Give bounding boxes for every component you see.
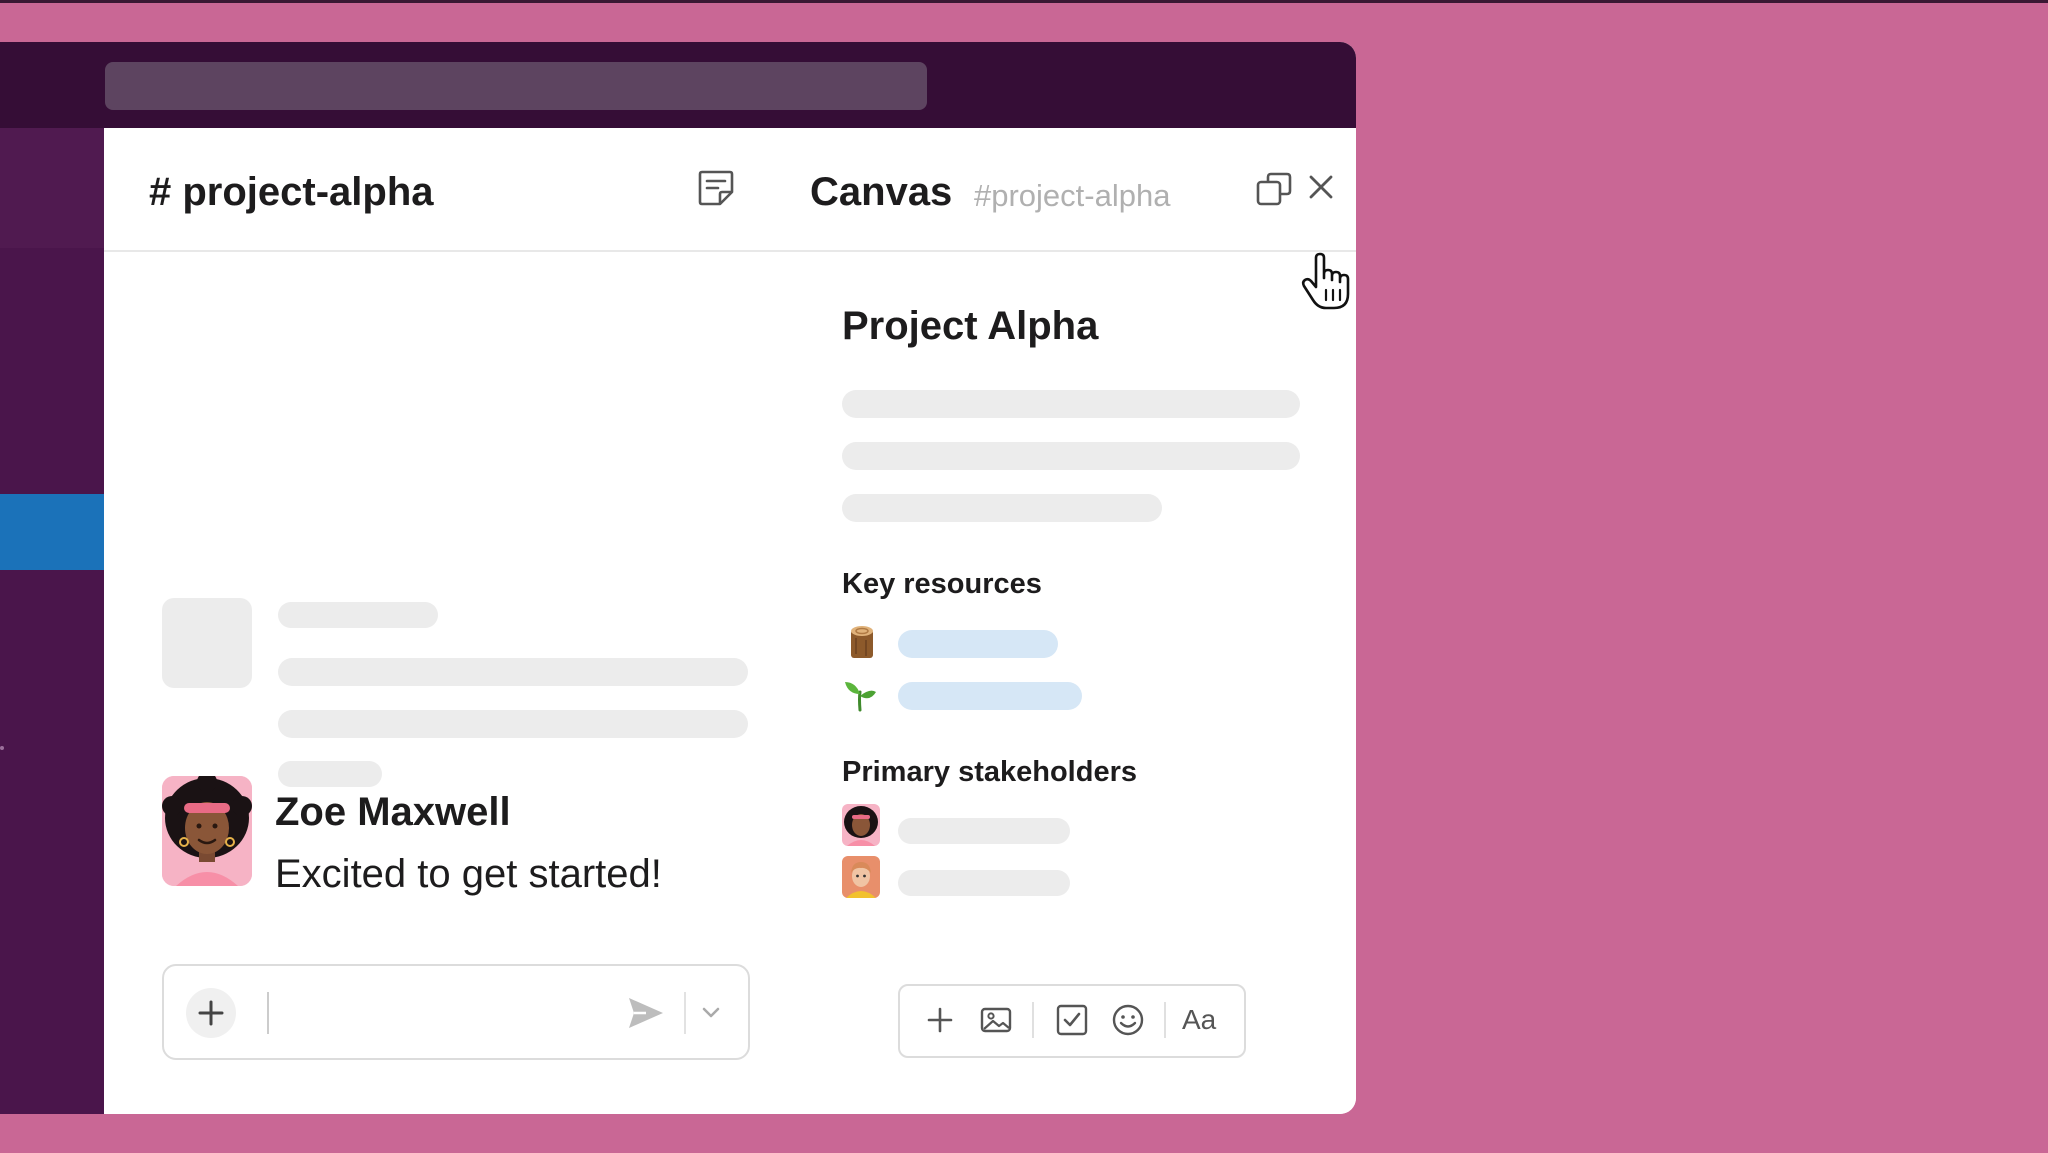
wood-log-emoji (851, 626, 873, 658)
skeleton-line (278, 710, 748, 738)
message-author[interactable]: Zoe Maxwell (275, 790, 511, 835)
text-format-button[interactable]: Aa (1182, 1004, 1216, 1036)
avatar[interactable] (842, 856, 880, 898)
canvas-header: Canvas #project-alpha (786, 128, 1356, 252)
checkbox-icon[interactable] (1054, 1002, 1090, 1038)
canvas-doc-title[interactable]: Project Alpha (842, 304, 1098, 349)
channel-panel: # project-alpha Zoe Maxwell Excited to g… (104, 128, 788, 1114)
toolbar-divider (1032, 1002, 1034, 1038)
message-composer[interactable] (162, 964, 750, 1060)
section-heading: Primary stakeholders (842, 756, 1137, 788)
popout-window-icon[interactable] (1256, 172, 1292, 208)
skeleton-line (842, 442, 1300, 470)
search-bar[interactable] (105, 62, 927, 110)
skeleton-line (842, 390, 1300, 418)
skeleton-line (842, 494, 1162, 522)
avatar[interactable] (162, 776, 252, 886)
title-bar (0, 42, 1356, 128)
sidebar-indicator (0, 746, 4, 750)
emoji-icon[interactable] (1110, 1002, 1146, 1038)
canvas-panel: Canvas #project-alpha Project Alpha Key … (786, 128, 1356, 1114)
toolbar-divider (1164, 1002, 1166, 1038)
close-icon[interactable] (1306, 172, 1336, 202)
channel-title[interactable]: # project-alpha (149, 170, 434, 215)
skeleton-line (278, 658, 748, 686)
send-icon[interactable] (626, 994, 666, 1032)
image-icon[interactable] (978, 1002, 1014, 1038)
skeleton-line (278, 761, 382, 787)
background-top-edge (0, 0, 2048, 3)
section-heading: Key resources (842, 568, 1042, 600)
canvas-note-icon[interactable] (696, 168, 736, 208)
avatar[interactable] (842, 804, 880, 846)
sidebar-header (0, 128, 104, 248)
avatar-placeholder (162, 598, 252, 688)
seedling-emoji (845, 682, 876, 712)
canvas-title: Canvas (810, 170, 953, 214)
message-text: Excited to get started! (275, 852, 662, 896)
chevron-down-icon[interactable] (698, 1000, 724, 1024)
resource-link[interactable] (898, 682, 1082, 710)
canvas-channel-link[interactable]: #project-alpha (974, 178, 1170, 214)
plus-icon[interactable] (922, 1002, 958, 1038)
channel-header: # project-alpha (104, 128, 786, 252)
stakeholder-name-placeholder (898, 870, 1070, 896)
sidebar-active-item[interactable] (0, 494, 104, 570)
stakeholder-name-placeholder (898, 818, 1070, 844)
plus-icon (198, 1000, 224, 1026)
slack-window: # project-alpha Zoe Maxwell Excited to g… (0, 42, 1356, 1114)
hand-pointer-cursor (1301, 252, 1350, 310)
workspace-sidebar (0, 128, 104, 1114)
canvas-toolbar: Aa (898, 984, 1246, 1058)
attach-button[interactable] (186, 988, 236, 1038)
skeleton-line (278, 602, 438, 628)
resource-link[interactable] (898, 630, 1058, 658)
composer-divider (684, 992, 686, 1034)
text-cursor (267, 992, 269, 1034)
